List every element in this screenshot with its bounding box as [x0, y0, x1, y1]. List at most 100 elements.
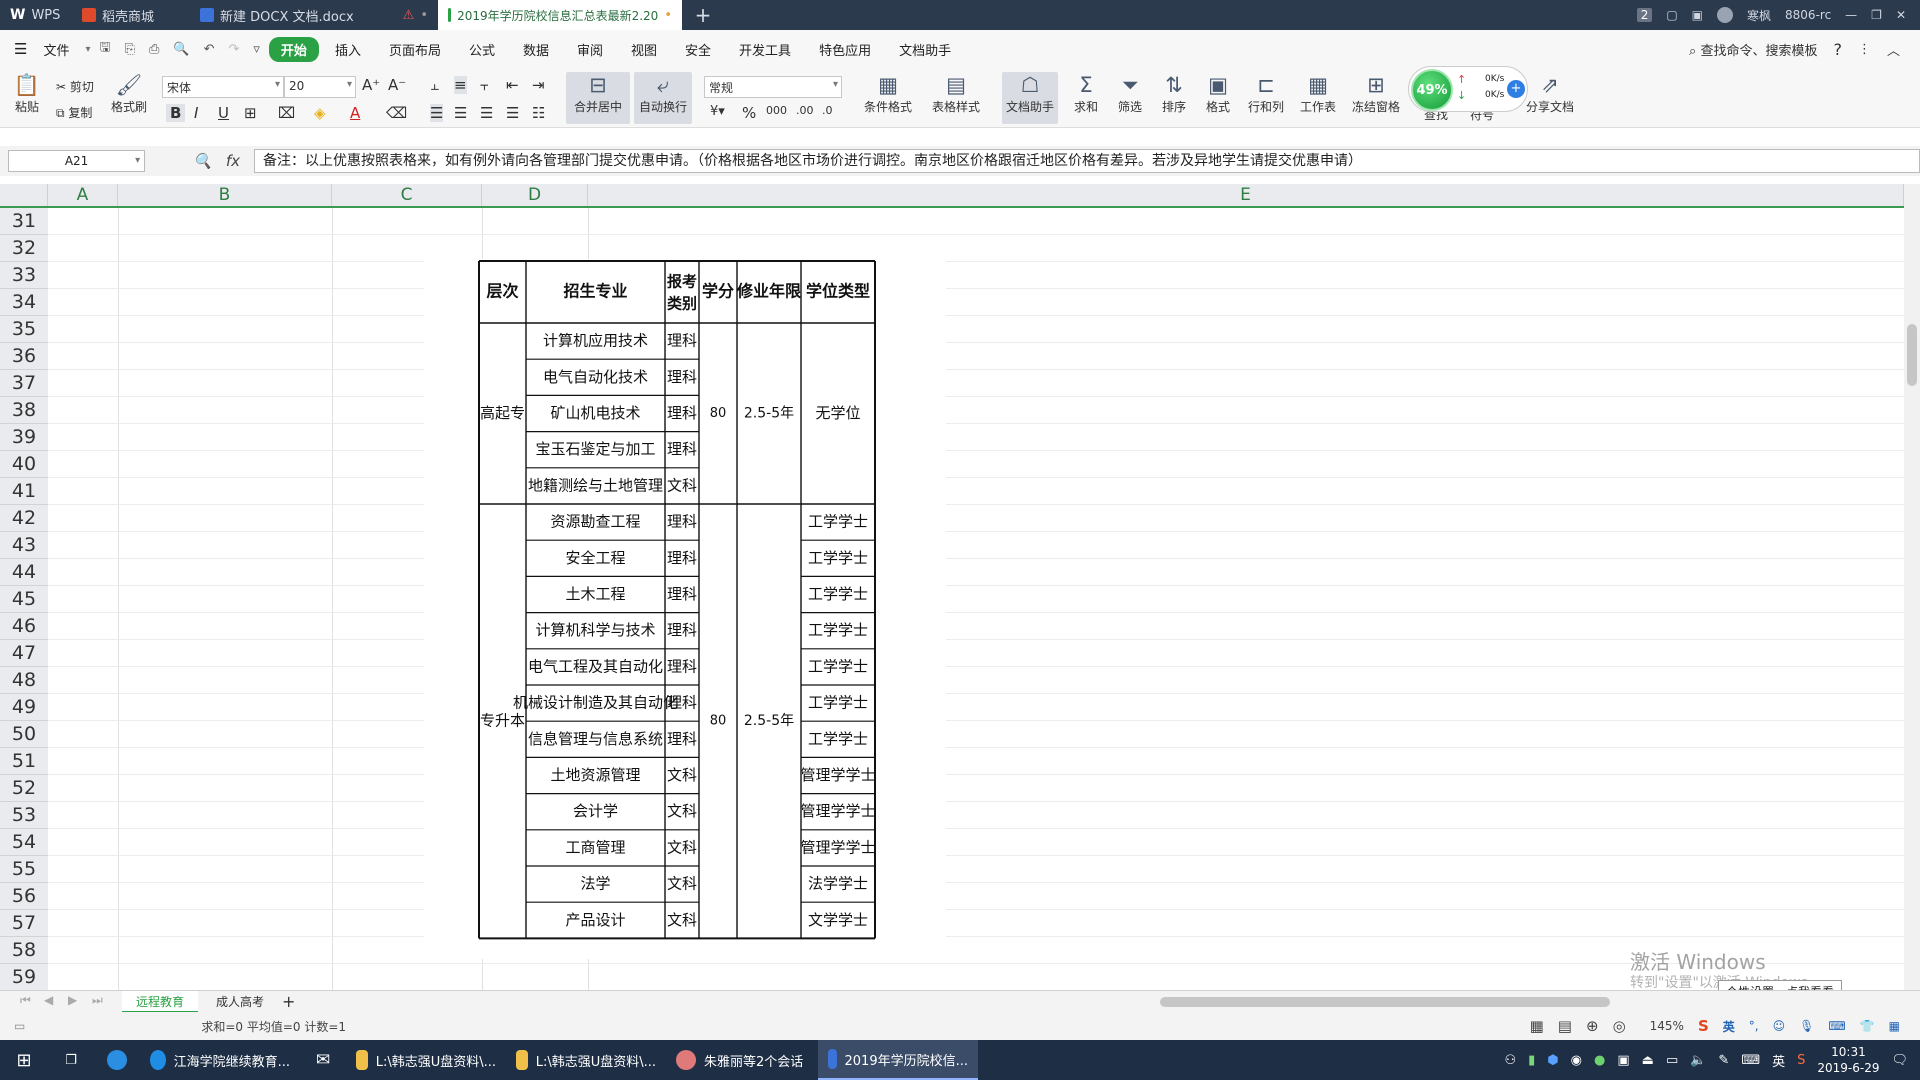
- taskbar-folder-1[interactable]: L:\韩志强U盘资料\...: [346, 1040, 506, 1080]
- select-all-corner[interactable]: [0, 184, 48, 206]
- row-header[interactable]: 44: [0, 559, 48, 586]
- next-sheet-icon[interactable]: ▶: [68, 993, 77, 1007]
- thousands-icon[interactable]: 000: [766, 104, 787, 117]
- add-sheet-button[interactable]: +: [276, 991, 301, 1013]
- zoom-level[interactable]: 145%: [1650, 1019, 1684, 1033]
- row-header[interactable]: 35: [0, 316, 48, 343]
- row-header[interactable]: 38: [0, 397, 48, 424]
- tab-review[interactable]: 审阅: [565, 37, 615, 62]
- row-header[interactable]: 40: [0, 451, 48, 478]
- first-sheet-icon[interactable]: ⏮: [20, 993, 31, 1008]
- sheet-tab-adult-exam[interactable]: 成人高考: [202, 991, 278, 1013]
- row-header[interactable]: 34: [0, 289, 48, 316]
- row-header[interactable]: 33: [0, 262, 48, 289]
- bold-button[interactable]: B: [166, 104, 186, 122]
- column-header-a[interactable]: A: [48, 184, 118, 206]
- horizontal-scroll-thumb[interactable]: [1160, 997, 1610, 1007]
- page-break-view-icon[interactable]: ▤: [1558, 1017, 1572, 1035]
- embedded-table-image[interactable]: 层次 招生专业 报考 类别 学分 修业年限 学位类型 计算机应用技术 理科 电气自动化技术 理科 矿山…: [424, 259, 946, 959]
- tab-special-apps[interactable]: 特色应用: [807, 37, 883, 62]
- notification-icon[interactable]: 🗨: [1891, 1053, 1908, 1068]
- merge-center-button[interactable]: ⊟ 合并居中: [566, 72, 630, 124]
- conditional-format-button[interactable]: ▦ 条件格式: [856, 72, 920, 115]
- align-right-icon[interactable]: ☰: [480, 104, 493, 122]
- row-header[interactable]: 51: [0, 748, 48, 775]
- indent-decrease-icon[interactable]: ⇤: [506, 76, 519, 94]
- task-view-button[interactable]: ❐: [48, 1040, 94, 1080]
- copy-button[interactable]: ⧉ 复制: [56, 104, 92, 121]
- command-search[interactable]: ⌕ 查找命令、搜索模板: [1689, 40, 1817, 59]
- vertical-scroll-thumb[interactable]: [1907, 324, 1917, 386]
- new-tab-button[interactable]: +: [682, 0, 724, 30]
- taskbar-mail[interactable]: ✉: [300, 1040, 346, 1080]
- row-header[interactable]: 58: [0, 937, 48, 964]
- taskbar-spreadsheet[interactable]: 2019年学历院校信...: [818, 1040, 978, 1080]
- row-header[interactable]: 50: [0, 721, 48, 748]
- boost-plus-icon[interactable]: +: [1507, 80, 1525, 98]
- align-middle-icon[interactable]: ≡: [454, 76, 467, 94]
- row-header[interactable]: 47: [0, 640, 48, 667]
- row-header[interactable]: 37: [0, 370, 48, 397]
- hamburger-icon[interactable]: ☰: [14, 40, 27, 58]
- speed-monitor-widget[interactable]: 49% ↑ ↓ 0K/s 0K/s +: [1408, 66, 1528, 112]
- tab-docer-store[interactable]: 稻壳商城: [72, 0, 190, 30]
- tab-home[interactable]: 开始: [268, 36, 319, 62]
- network-icon[interactable]: ▭: [1666, 1053, 1678, 1068]
- tab-view[interactable]: 视图: [619, 37, 669, 62]
- clear-format-icon[interactable]: ⌧: [278, 104, 295, 122]
- row-header[interactable]: 31: [0, 208, 48, 235]
- row-header[interactable]: 55: [0, 856, 48, 883]
- underline-button[interactable]: U: [218, 104, 229, 122]
- ime-punct-icon[interactable]: °,: [1749, 1019, 1759, 1033]
- avatar[interactable]: [1717, 7, 1734, 23]
- row-header[interactable]: 41: [0, 478, 48, 505]
- keyboard-icon[interactable]: ⌨: [1741, 1053, 1760, 1068]
- column-header-c[interactable]: C: [332, 184, 482, 206]
- justify-icon[interactable]: ☰: [506, 104, 519, 122]
- taskbar-ie[interactable]: [94, 1040, 140, 1080]
- indent-increase-icon[interactable]: ⇥: [532, 76, 545, 94]
- print-icon[interactable]: ⎙: [144, 42, 164, 57]
- minimize-icon[interactable]: —: [1845, 8, 1857, 22]
- people-icon[interactable]: ⚇: [1504, 1053, 1516, 1068]
- ime-keyboard-icon[interactable]: ⌨: [1828, 1019, 1845, 1033]
- row-header[interactable]: 56: [0, 883, 48, 910]
- wrap-text-button[interactable]: ⤶ 自动换行: [634, 72, 692, 124]
- row-header[interactable]: 46: [0, 613, 48, 640]
- row-header[interactable]: 45: [0, 586, 48, 613]
- last-sheet-icon[interactable]: ⏭: [92, 993, 103, 1008]
- export-icon[interactable]: ⎘: [120, 42, 140, 57]
- fill-color-icon[interactable]: ◈: [314, 104, 326, 122]
- save-icon[interactable]: 🖫: [95, 38, 116, 60]
- redo-icon[interactable]: ↷: [223, 42, 244, 57]
- chevron-down-icon[interactable]: ▾: [85, 44, 90, 55]
- decrease-decimal-icon[interactable]: .0: [822, 104, 833, 117]
- row-header[interactable]: 59: [0, 964, 48, 990]
- tab-data[interactable]: 数据: [511, 37, 561, 62]
- share-doc-button[interactable]: ⇗ 分享文档: [1522, 72, 1578, 115]
- font-color-icon[interactable]: A: [350, 104, 360, 122]
- eraser-icon[interactable]: ⌫: [386, 104, 407, 122]
- decrease-font-icon[interactable]: A⁻: [388, 76, 406, 94]
- doc-assistant-button[interactable]: ☖ 文档助手: [1002, 72, 1058, 124]
- tray-language[interactable]: 英: [1772, 1051, 1785, 1070]
- eye-protection-icon[interactable]: ◎: [1613, 1017, 1626, 1035]
- restore-icon[interactable]: ❐: [1871, 8, 1882, 22]
- increase-font-icon[interactable]: A⁺: [362, 76, 380, 94]
- cut-button[interactable]: ✂ 剪切: [56, 78, 94, 95]
- tab-docx-document[interactable]: 新建 DOCX 文档.docx ⚠ •: [190, 0, 438, 30]
- ime-language[interactable]: 英: [1723, 1018, 1735, 1035]
- ime-mic-icon[interactable]: 🎙: [1799, 1019, 1814, 1033]
- row-header[interactable]: 54: [0, 829, 48, 856]
- tab-security[interactable]: 安全: [673, 37, 723, 62]
- row-header[interactable]: 49: [0, 694, 48, 721]
- layout-icon[interactable]: ▣: [1692, 8, 1703, 22]
- file-icon[interactable]: ▢: [1666, 8, 1677, 22]
- normal-view-icon[interactable]: ▦: [1530, 1017, 1544, 1035]
- usb-icon[interactable]: ⏏: [1642, 1053, 1654, 1068]
- zoom-formula-icon[interactable]: 🔍: [193, 152, 212, 170]
- font-size-select[interactable]: 20: [284, 76, 356, 98]
- tab-developer[interactable]: 开发工具: [727, 37, 803, 62]
- page-layout-view-icon[interactable]: ⊕: [1586, 1017, 1599, 1035]
- row-header[interactable]: 53: [0, 802, 48, 829]
